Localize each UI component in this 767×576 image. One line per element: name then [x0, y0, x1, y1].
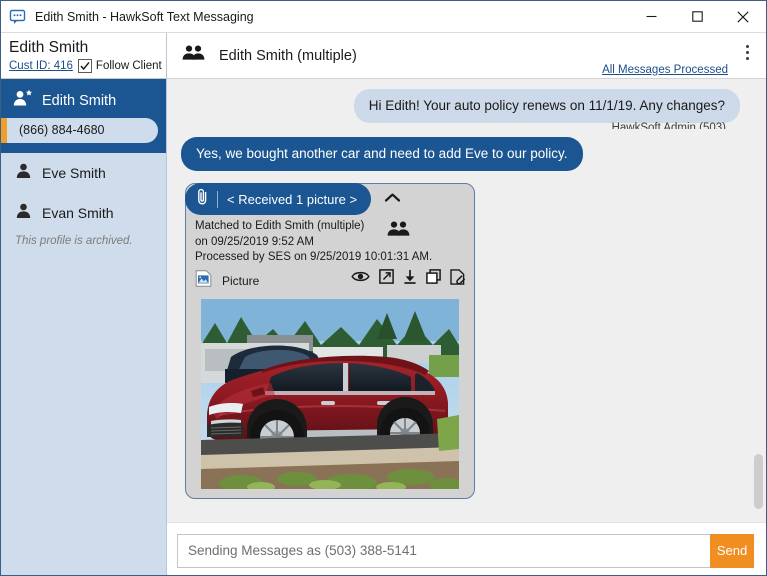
archived-profile-note: This profile is archived. — [15, 235, 133, 247]
selected-contact-name: Edith Smith — [42, 92, 117, 109]
message-row: Hi Edith! Your auto policy renews on 11/… — [181, 89, 740, 123]
attachment-metadata: Matched to Edith Smith (multiple) on 09/… — [186, 216, 474, 266]
scrollbar-thumb[interactable] — [754, 454, 763, 509]
attachment-file-label: Picture — [222, 273, 260, 288]
sidebar-item-evan-smith[interactable]: Evan Smith — [1, 193, 166, 233]
window-title: Edith Smith - HawkSoft Text Messaging — [35, 9, 254, 24]
message-row: Yes, we bought another car and need to a… — [181, 137, 740, 171]
attachment-photo[interactable] — [201, 298, 459, 489]
title-bar: Edith Smith - HawkSoft Text Messaging — [1, 1, 766, 33]
client-subheader: Cust ID: 416 Follow Client — [9, 59, 162, 73]
received-picture-chip[interactable]: < Received 1 picture > — [185, 183, 372, 215]
matched-line-2: on 09/25/2019 9:52 AM — [195, 235, 314, 248]
message-row: < Received 1 picture > Matched to Edith … — [181, 183, 740, 499]
group-icon — [181, 44, 207, 67]
group-icon — [386, 220, 412, 244]
close-button[interactable] — [720, 1, 766, 32]
cust-id-link[interactable]: Cust ID: 416 — [9, 60, 73, 72]
chevron-up-icon[interactable] — [384, 191, 401, 209]
message-composer: Send — [167, 522, 766, 575]
follow-client-label: Follow Client — [95, 60, 162, 72]
outgoing-message-bubble: Yes, we bought another car and need to a… — [181, 137, 583, 171]
selected-phone-number: (866) 884-4680 — [7, 118, 158, 143]
sidebar: Edith Smith Cust ID: 416 Follow Client E… — [1, 33, 167, 575]
attachment-card-top: < Received 1 picture > — [185, 183, 474, 216]
contact-name: Eve Smith — [42, 165, 106, 181]
conversation-scrollbar[interactable] — [751, 79, 766, 522]
attachment-file-row: Picture — [186, 266, 474, 292]
user-star-icon — [13, 89, 33, 112]
incoming-message-bubble: Hi Edith! Your auto policy renews on 11/… — [353, 89, 740, 123]
client-name: Edith Smith — [9, 39, 89, 56]
all-messages-processed-link[interactable]: All Messages Processed — [602, 64, 728, 76]
image-file-icon — [195, 269, 212, 292]
client-header: Edith Smith Cust ID: 416 Follow Client — [1, 33, 166, 79]
sidebar-item-edith-smith[interactable]: Edith Smith (866) 884-4680 — [1, 79, 166, 153]
chip-divider — [217, 190, 218, 208]
window-controls — [628, 1, 766, 32]
window-body: Edith Smith Cust ID: 416 Follow Client E… — [1, 33, 766, 575]
main-panel: Edith Smith (multiple) All Messages Proc… — [167, 33, 766, 575]
maximize-button[interactable] — [674, 1, 720, 32]
conversation-scroll-area: HawkSoft Admin (503) Hi Edith! Your auto… — [167, 79, 766, 522]
clipped-header-text: HawkSoft Admin (503) — [611, 122, 726, 129]
attachment-card: < Received 1 picture > Matched to Edith … — [185, 183, 475, 499]
download-icon[interactable] — [403, 269, 417, 289]
attach-document-icon[interactable] — [450, 268, 465, 290]
conversation-header: Edith Smith (multiple) All Messages Proc… — [167, 33, 766, 79]
minimize-button[interactable] — [628, 1, 674, 32]
view-icon[interactable] — [351, 269, 370, 289]
open-external-icon[interactable] — [379, 269, 394, 289]
user-icon — [15, 162, 32, 184]
app-window: Edith Smith - HawkSoft Text Messaging Ed… — [0, 0, 767, 576]
processed-line: Processed by SES on 9/25/2019 10:01:31 A… — [195, 251, 433, 263]
send-button[interactable]: Send — [710, 533, 754, 568]
attachment-actions — [351, 268, 465, 290]
selected-contact-row: Edith Smith — [1, 86, 166, 118]
user-icon — [15, 202, 32, 224]
message-list: Hi Edith! Your auto policy renews on 11/… — [167, 89, 766, 499]
contact-name: Evan Smith — [42, 205, 114, 221]
chip-label: < Received 1 picture > — [227, 191, 358, 207]
sidebar-item-eve-smith[interactable]: Eve Smith — [1, 153, 166, 193]
selected-phone-pill[interactable]: (866) 884-4680 — [1, 118, 158, 143]
follow-client-checkbox[interactable] — [77, 59, 92, 73]
conversation-title: Edith Smith (multiple) — [219, 47, 357, 64]
chat-bubble-icon — [9, 8, 27, 26]
more-options-button[interactable] — [738, 45, 756, 60]
copy-icon[interactable] — [426, 269, 441, 289]
matched-line-1: Matched to Edith Smith (multiple) — [195, 220, 365, 232]
message-input[interactable] — [177, 533, 710, 568]
paperclip-icon — [196, 188, 209, 210]
